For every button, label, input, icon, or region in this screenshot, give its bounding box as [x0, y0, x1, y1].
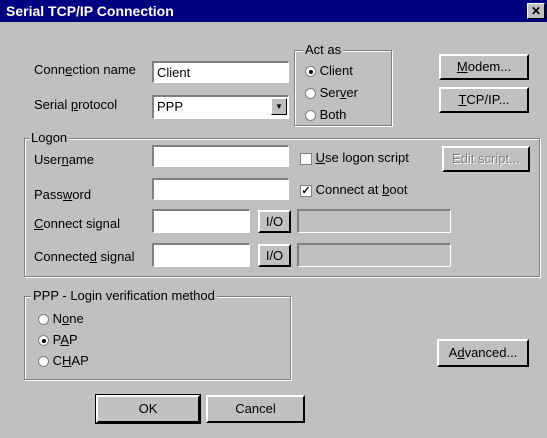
- cancel-button[interactable]: Cancel: [206, 395, 305, 423]
- window-title: Serial TCP/IP Connection: [6, 3, 174, 19]
- act-as-both-radio[interactable]: Both: [305, 107, 346, 122]
- close-icon: ✕: [530, 4, 542, 18]
- edit-script-button[interactable]: Edit script...: [442, 146, 530, 172]
- connection-name-label: Connection name: [34, 62, 136, 77]
- serial-protocol-select[interactable]: PPP ▼: [152, 95, 289, 119]
- connected-signal-label: Connected signal: [34, 249, 135, 264]
- connection-name-input[interactable]: Client: [152, 61, 289, 83]
- radio-icon: [38, 356, 49, 368]
- connected-signal-extra-field: [297, 243, 451, 267]
- connect-signal-label: Connect signal: [34, 216, 121, 231]
- username-label: Username: [34, 152, 94, 167]
- checkbox-icon: [300, 152, 312, 165]
- connect-signal-input[interactable]: [152, 209, 250, 233]
- radio-icon: [38, 314, 49, 326]
- password-input[interactable]: [152, 178, 289, 200]
- title-bar: Serial TCP/IP Connection ✕: [0, 0, 547, 22]
- serial-protocol-label: Serial protocol: [34, 97, 118, 112]
- act-as-client-radio[interactable]: Client: [305, 63, 353, 78]
- radio-icon: [38, 335, 49, 347]
- ppp-login-legend: PPP - Login verification method: [31, 288, 217, 303]
- act-as-legend: Act as: [303, 42, 344, 57]
- ppp-none-radio[interactable]: None: [38, 311, 84, 326]
- connected-signal-input[interactable]: [152, 243, 250, 267]
- connect-signal-extra-field: [297, 209, 451, 233]
- radio-icon: [305, 110, 316, 122]
- radio-icon: [305, 88, 316, 100]
- use-logon-script-checkbox[interactable]: Use logon script: [300, 150, 409, 165]
- connect-signal-io-button[interactable]: I/O: [258, 210, 291, 233]
- password-label: Password: [34, 187, 92, 202]
- dropdown-button[interactable]: ▼: [271, 98, 287, 115]
- connected-signal-io-button[interactable]: I/O: [258, 244, 291, 267]
- ppp-chap-radio[interactable]: CHAP: [38, 353, 89, 368]
- connect-at-boot-checkbox[interactable]: ✓ Connect at boot: [300, 182, 407, 197]
- modem-button[interactable]: Modem...: [439, 54, 529, 80]
- ppp-pap-radio[interactable]: PAP: [38, 332, 78, 347]
- triangle-down-icon: ▼: [275, 102, 283, 111]
- close-button[interactable]: ✕: [527, 3, 545, 19]
- tcpip-button[interactable]: TCP/IP...: [439, 87, 529, 113]
- ok-button[interactable]: OK: [95, 394, 201, 424]
- act-as-server-radio[interactable]: Server: [305, 85, 358, 100]
- checkmark-icon: ✓: [300, 184, 312, 197]
- username-input[interactable]: [152, 145, 289, 167]
- advanced-button[interactable]: Advanced...: [437, 339, 529, 367]
- radio-icon: [305, 66, 316, 78]
- logon-legend: Logon: [29, 130, 70, 145]
